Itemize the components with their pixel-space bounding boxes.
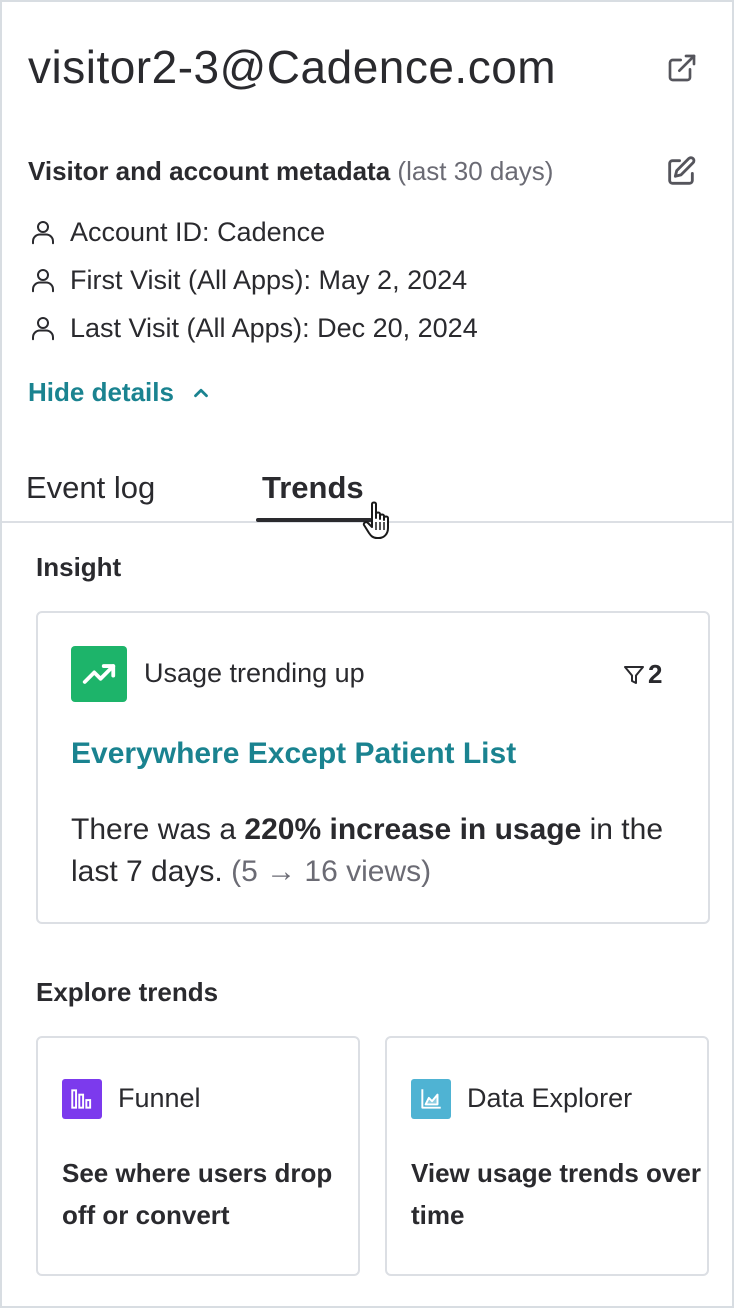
external-link-icon[interactable]	[666, 52, 698, 84]
explore-section-label: Explore trends	[36, 977, 219, 1007]
page-title: visitor2-3@Cadence.com	[28, 41, 557, 93]
filter-count: 2	[648, 659, 663, 689]
edit-icon[interactable]	[664, 155, 698, 189]
metadata-heading-label: Visitor and account metadata	[28, 156, 391, 186]
filter-count-button[interactable]: 2	[622, 659, 662, 690]
insight-segment-link[interactable]: Everywhere Except Patient List	[71, 737, 516, 771]
chevron-up-icon	[194, 388, 208, 397]
funnel-chart-icon	[71, 1089, 92, 1109]
active-tab-indicator	[256, 518, 372, 522]
explore-card-data-explorer[interactable]: Data Explorer View usage trends over tim…	[385, 1036, 709, 1276]
explore-card-funnel[interactable]: Funnel See where users drop off or conve…	[36, 1036, 360, 1276]
metadata-row-last-visit: Last Visit (All Apps): Dec 20, 2024	[28, 311, 478, 345]
insight-text-prefix: There was a	[71, 813, 245, 846]
metadata-row-label: Last Visit (All Apps): Dec 20, 2024	[70, 312, 478, 343]
card-description: View usage trends over time	[411, 1158, 701, 1230]
metadata-row-label: First Visit (All Apps): May 2, 2024	[70, 264, 468, 295]
user-icon	[32, 221, 54, 245]
card-title: Data Explorer	[467, 1083, 633, 1113]
hide-details-toggle[interactable]: Hide details	[28, 377, 212, 408]
data-explorer-icon-box	[411, 1079, 451, 1119]
user-icon	[32, 269, 54, 293]
area-chart-icon	[421, 1089, 441, 1109]
filter-icon	[624, 665, 644, 684]
funnel-icon-box	[62, 1079, 102, 1119]
visitor-details-panel: visitor2-3@Cadence.com Visitor and accou…	[0, 0, 734, 1308]
metadata-row-account-id: Account ID: Cadence	[28, 215, 325, 249]
metadata-period: (last 30 days)	[397, 156, 554, 186]
insight-text-detail: (5 → 16 views)	[231, 855, 432, 888]
tab-trends[interactable]: Trends	[262, 470, 364, 506]
insight-text-highlight: 220% increase in usage	[244, 813, 582, 846]
hand-pointer-cursor-icon	[362, 501, 389, 539]
card-title: Funnel	[118, 1083, 201, 1113]
hide-details-label: Hide details	[28, 377, 174, 407]
trending-up-badge	[71, 646, 127, 702]
insight-section-label: Insight	[36, 552, 122, 582]
metadata-row-label: Account ID: Cadence	[70, 216, 326, 247]
insight-description: There was a 220% increase in usage in th…	[71, 809, 691, 893]
metadata-heading: Visitor and account metadata (last 30 da…	[28, 156, 553, 187]
trending-up-icon	[82, 664, 116, 684]
insight-card: Usage trending up 2 Everywhere Except Pa…	[36, 611, 710, 924]
tab-event-log[interactable]: Event log	[26, 470, 155, 506]
metadata-row-first-visit: First Visit (All Apps): May 2, 2024	[28, 263, 467, 297]
user-icon	[32, 317, 54, 341]
insight-type-label: Usage trending up	[144, 658, 365, 688]
card-description: See where users drop off or convert	[62, 1158, 333, 1230]
